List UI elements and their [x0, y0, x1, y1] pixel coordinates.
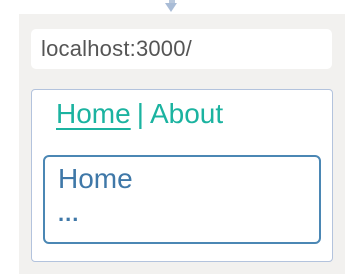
browser-window: localhost:3000/ Home | About Home ... — [19, 14, 345, 274]
arrow-down-icon — [165, 3, 177, 12]
view-body: ... — [58, 201, 80, 226]
router-view: Home ... — [43, 155, 321, 244]
diagram-stage: localhost:3000/ Home | About Home ... — [0, 0, 345, 275]
nav-bar: Home | About — [56, 98, 223, 130]
nav-link-home[interactable]: Home — [56, 98, 131, 130]
nav-separator: | — [136, 98, 144, 129]
view-title: Home — [58, 163, 133, 194]
nav-link-about[interactable]: About — [150, 98, 223, 130]
app-frame: Home | About Home ... — [31, 89, 333, 262]
url-text: localhost:3000/ — [41, 36, 192, 61]
address-bar[interactable]: localhost:3000/ — [31, 29, 332, 69]
